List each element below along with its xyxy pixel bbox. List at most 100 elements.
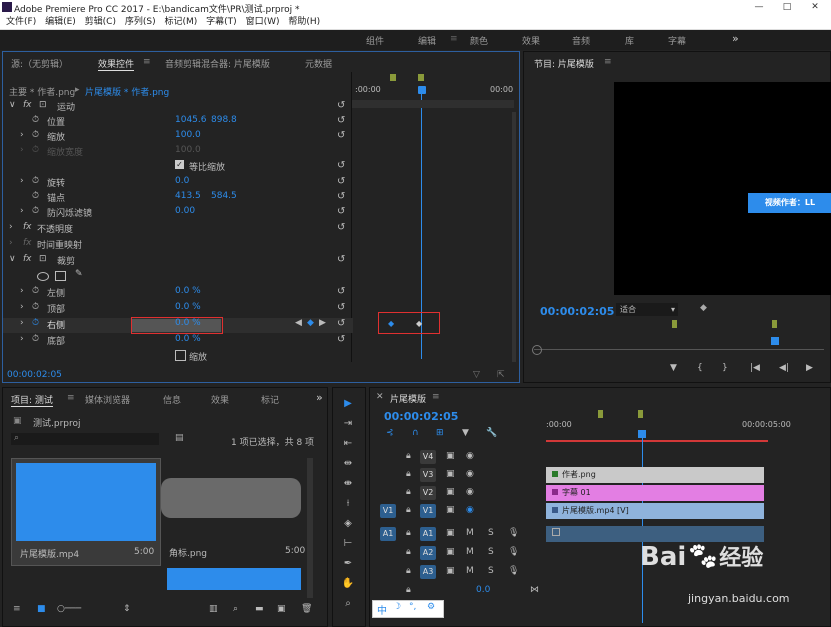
icon-view-icon[interactable]: ■ <box>37 604 46 614</box>
add-marker-icon[interactable]: ▼ <box>670 363 677 373</box>
solo-icon[interactable]: S <box>488 566 494 576</box>
lock-icon[interactable]: 🔒︎ <box>406 469 411 479</box>
stopwatch-icon[interactable]: ⏱ <box>32 302 39 312</box>
workspace-color[interactable]: 颜色 <box>470 34 488 47</box>
timeline-timecode[interactable]: 00:00:02:05 <box>384 410 458 423</box>
track-label[interactable]: A3 <box>420 565 436 579</box>
master-volume[interactable]: 0.0 <box>476 585 490 595</box>
ime-toolbar[interactable]: 中 ☽ °, ⚙ <box>372 600 444 618</box>
razor-tool-icon[interactable]: ⟊ <box>341 498 355 512</box>
mark-out-icon[interactable]: } <box>722 363 728 373</box>
track-label[interactable]: V2 <box>420 486 436 500</box>
track-select-tool-icon[interactable]: ⇥ <box>341 418 355 432</box>
slip-tool-icon[interactable]: ◈ <box>341 518 355 532</box>
selection-tool-icon[interactable]: ▶ <box>341 398 355 412</box>
effect-row-crop[interactable]: ∨ fx ⊡ 裁剪 ↺ <box>3 254 353 269</box>
sync-lock-icon[interactable]: ▣ <box>446 451 455 461</box>
reset-icon[interactable]: ↺ <box>337 115 345 126</box>
reset-icon[interactable]: ↺ <box>337 286 345 297</box>
program-video-frame[interactable]: 视频作者：LL <box>614 82 831 295</box>
lock-icon[interactable]: 🔒︎ <box>406 487 411 497</box>
trash-icon[interactable]: 🗑 <box>301 604 312 614</box>
scrub-bar[interactable] <box>534 349 824 350</box>
reset-icon[interactable]: ↺ <box>337 130 345 141</box>
track-label[interactable]: V3 <box>420 468 436 482</box>
track-label[interactable]: V4 <box>420 450 436 464</box>
reset-icon[interactable]: ↺ <box>337 191 345 202</box>
timeline-title[interactable]: 片尾模版 <box>390 392 426 405</box>
project-scrollbar[interactable] <box>307 458 313 598</box>
resolution-dropdown-icon[interactable]: ◆ <box>700 303 707 313</box>
lock-icon[interactable]: 🔒︎ <box>406 547 411 557</box>
tab-audio-mixer[interactable]: 音频剪辑混合器: 片尾模版 <box>165 57 270 70</box>
tab-media-browser[interactable]: 媒体浏览器 <box>85 393 130 406</box>
menu-marker[interactable]: 标记(M) <box>164 15 197 29</box>
effect-row-opacity[interactable]: › fx 不透明度 ↺ <box>3 222 353 237</box>
new-item-icon[interactable]: ▣ <box>277 604 286 614</box>
nest-toggle-icon[interactable]: ⊰ <box>386 428 394 438</box>
gear-icon[interactable]: ⚙ <box>427 602 435 612</box>
workspace-effects[interactable]: 效果 <box>522 34 540 47</box>
effect-row-position[interactable]: ⏱ 位置 1045.6 898.8 ↺ <box>3 115 353 130</box>
next-keyframe-icon[interactable]: ▶ <box>319 318 326 328</box>
stopwatch-icon[interactable]: ⏱ <box>32 176 39 186</box>
mute-icon[interactable]: M <box>466 547 474 557</box>
eye-icon[interactable]: ◉ <box>466 487 474 497</box>
reset-icon[interactable]: ↺ <box>337 100 345 111</box>
microphone-icon[interactable]: 🎙︎ <box>508 528 519 538</box>
wrench-icon[interactable]: 🔧 <box>486 428 497 438</box>
pen-mask-icon[interactable]: ✎ <box>75 269 83 279</box>
effect-row-scale[interactable]: › ⏱ 缩放 100.0 ↺ <box>3 130 353 145</box>
workspaces-more-button[interactable]: » <box>732 32 739 45</box>
reset-icon[interactable]: ↺ <box>337 318 345 329</box>
rolling-edit-tool-icon[interactable]: ⇹ <box>341 458 355 472</box>
mute-icon[interactable]: M <box>466 528 474 538</box>
uniform-scale-checkbox[interactable]: ✓ <box>175 160 184 169</box>
pen-tool-icon[interactable]: ✒ <box>341 558 355 572</box>
timeline-playhead[interactable] <box>638 430 646 438</box>
stopwatch-icon[interactable]: ⏱ <box>32 286 39 296</box>
eye-icon[interactable]: ◉ <box>466 451 474 461</box>
mute-icon[interactable]: M <box>466 566 474 576</box>
effect-row-top[interactable]: › ⏱ 顶部 0.0 % ↺ <box>3 302 353 317</box>
rectangle-mask-icon[interactable] <box>55 271 66 281</box>
program-monitor-title[interactable]: 节目: 片尾模版 <box>534 57 594 70</box>
scrollbar[interactable] <box>512 112 516 362</box>
project-tabs-more-button[interactable]: » <box>316 391 323 404</box>
linked-selection-icon[interactable]: ⊞ <box>436 428 444 438</box>
add-keyframe-icon[interactable]: ◆ <box>307 318 314 328</box>
playhead-handle[interactable] <box>418 86 426 94</box>
effect-timecode[interactable]: 00:00:02:05 <box>7 370 62 380</box>
reset-icon[interactable]: ↺ <box>337 334 345 345</box>
reset-icon[interactable]: ↺ <box>337 176 345 187</box>
close-tab-icon[interactable]: ✕ <box>376 392 384 402</box>
sort-icon[interactable]: ⇕ <box>123 604 131 614</box>
stopwatch-icon[interactable]: ⏱ <box>32 191 39 201</box>
eye-icon[interactable]: ◉ <box>466 469 474 479</box>
new-bin-from-search-icon[interactable]: ▤ <box>175 433 184 443</box>
keyframe-icon[interactable]: ◆ <box>388 319 394 328</box>
keyframe-icon[interactable]: ◆ <box>416 319 422 328</box>
sync-lock-icon[interactable]: ▣ <box>446 547 455 557</box>
solo-icon[interactable]: S <box>488 547 494 557</box>
moon-icon[interactable]: ☽ <box>393 602 401 612</box>
sync-lock-icon[interactable]: ▣ <box>446 505 455 515</box>
rate-stretch-tool-icon[interactable]: ⇼ <box>341 478 355 492</box>
effect-row-crop-zoom[interactable]: 缩放 <box>3 350 353 365</box>
zoom-checkbox[interactable] <box>175 350 186 361</box>
tab-metadata[interactable]: 元数据 <box>305 57 332 70</box>
reset-icon[interactable]: ↺ <box>337 302 345 313</box>
punctuation-icon[interactable]: °, <box>409 602 416 612</box>
effect-row-time-remap[interactable]: › fx 时间重映射 <box>3 238 353 253</box>
stopwatch-icon[interactable]: ⏱ <box>32 206 39 216</box>
menu-help[interactable]: 帮助(H) <box>288 15 320 29</box>
sync-lock-icon[interactable]: ▣ <box>446 528 455 538</box>
lock-icon[interactable]: 🔒︎ <box>406 566 411 576</box>
project-search-input[interactable]: ⌕ <box>11 433 159 445</box>
effect-row-anchor[interactable]: ⏱ 锚点 413.5 584.5 ↺ <box>3 191 353 206</box>
work-area-bar[interactable] <box>546 440 768 442</box>
reset-icon[interactable]: ↺ <box>337 254 345 265</box>
hand-tool-icon[interactable]: ✋ <box>341 578 355 592</box>
maximize-button[interactable]: □ <box>773 0 801 15</box>
clip-author-png[interactable]: 作者.png <box>546 467 764 483</box>
